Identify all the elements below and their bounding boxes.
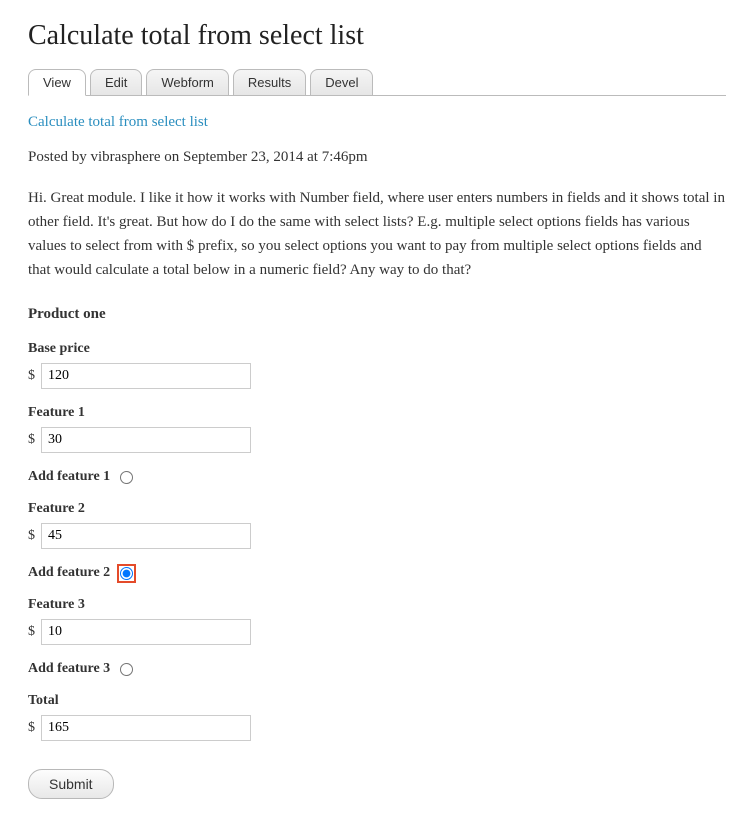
feature2-input[interactable] xyxy=(41,523,251,549)
submit-button[interactable]: Submit xyxy=(28,769,114,799)
feature1-label: Feature 1 xyxy=(28,405,726,421)
tabs-bar: View Edit Webform Results Devel xyxy=(28,68,726,96)
tab-results[interactable]: Results xyxy=(233,69,306,96)
tab-webform[interactable]: Webform xyxy=(146,69,229,96)
base-price-label: Base price xyxy=(28,341,726,357)
node-title-link[interactable]: Calculate total from select list xyxy=(28,114,726,131)
feature3-input[interactable] xyxy=(41,619,251,645)
add-feature1-radio[interactable] xyxy=(120,471,133,484)
total-input[interactable] xyxy=(41,715,251,741)
post-body: Hi. Great module. I like it how it works… xyxy=(28,186,726,282)
section-heading: Product one xyxy=(28,306,726,323)
tab-devel[interactable]: Devel xyxy=(310,69,373,96)
currency-prefix: $ xyxy=(28,720,35,736)
add-feature1-label: Add feature 1 xyxy=(28,469,110,485)
feature1-input[interactable] xyxy=(41,427,251,453)
base-price-input[interactable] xyxy=(41,363,251,389)
currency-prefix: $ xyxy=(28,624,35,640)
post-meta: Posted by vibrasphere on September 23, 2… xyxy=(28,149,726,166)
add-feature3-radio[interactable] xyxy=(120,663,133,676)
add-feature2-label: Add feature 2 xyxy=(28,565,110,581)
total-label: Total xyxy=(28,693,726,709)
add-feature2-radio[interactable] xyxy=(120,567,133,580)
currency-prefix: $ xyxy=(28,528,35,544)
currency-prefix: $ xyxy=(28,432,35,448)
feature3-label: Feature 3 xyxy=(28,597,726,613)
tab-view[interactable]: View xyxy=(28,69,86,96)
page-title: Calculate total from select list xyxy=(28,20,726,52)
feature2-label: Feature 2 xyxy=(28,501,726,517)
add-feature3-label: Add feature 3 xyxy=(28,661,110,677)
currency-prefix: $ xyxy=(28,368,35,384)
tab-edit[interactable]: Edit xyxy=(90,69,142,96)
